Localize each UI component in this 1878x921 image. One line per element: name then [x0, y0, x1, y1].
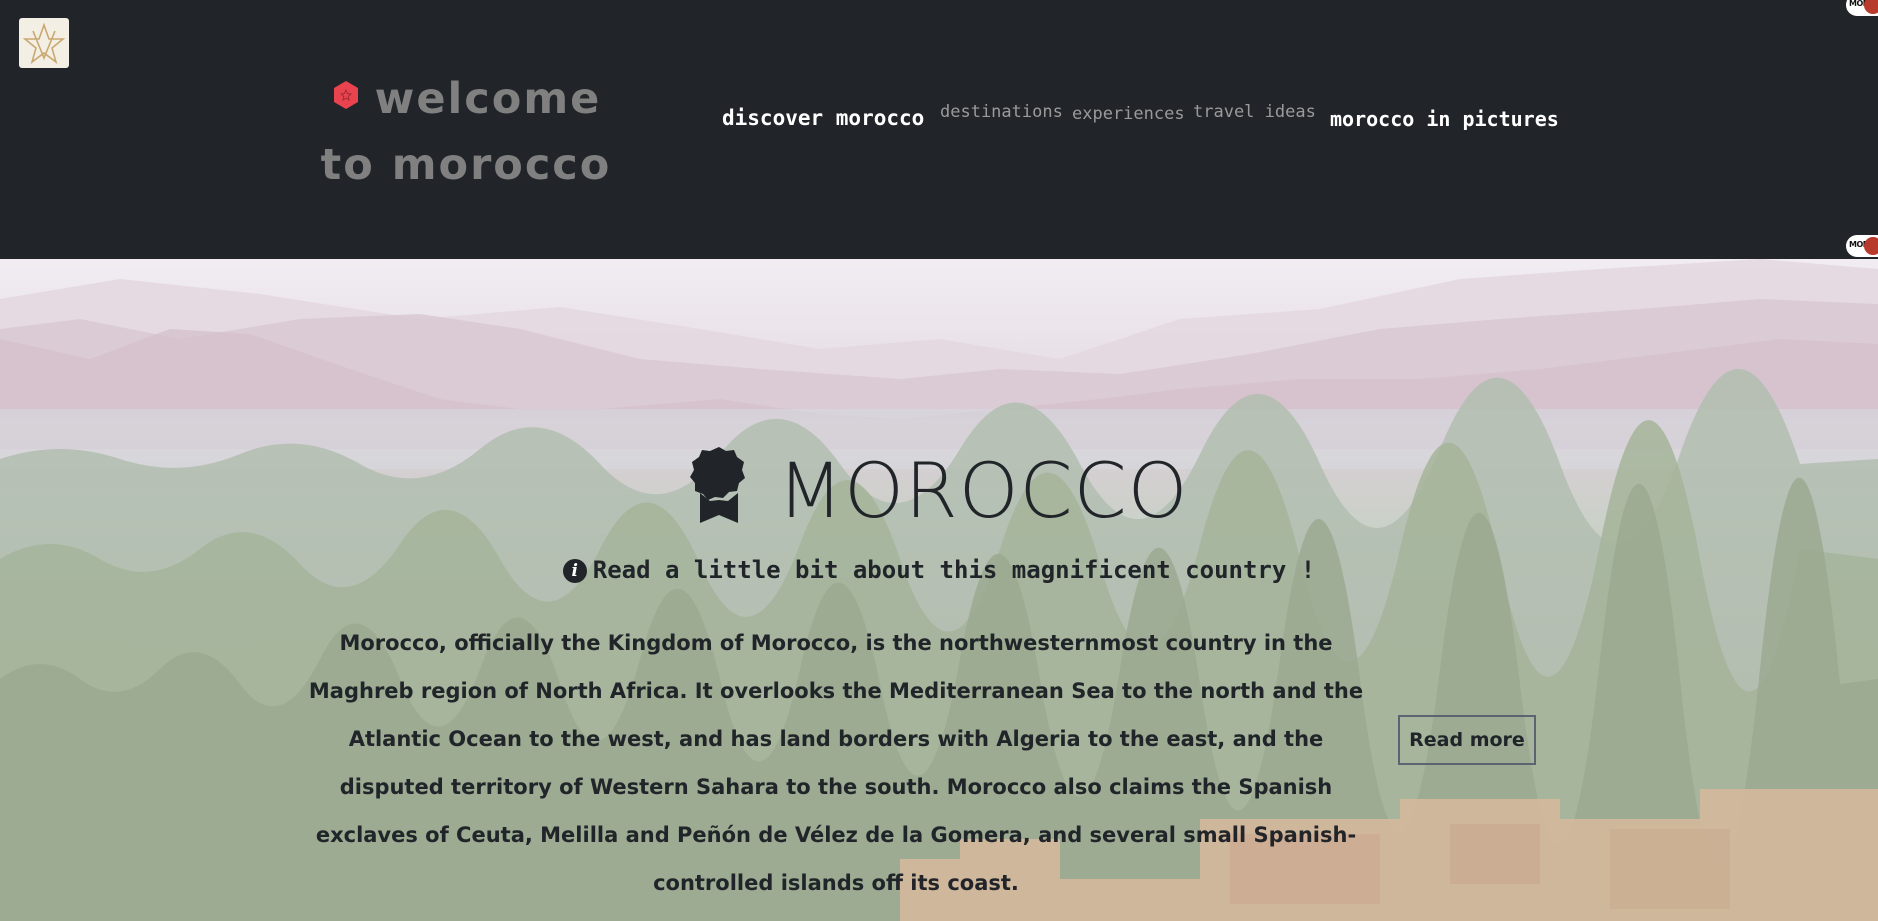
site-header: MOR MOR welcome to morocco discover moro…: [0, 0, 1878, 259]
corner-badge-bottom: MOR: [1846, 235, 1878, 257]
nav-experiences[interactable]: experiences: [1072, 104, 1185, 124]
red-star-dot-icon: [331, 80, 361, 110]
nav-discover-morocco[interactable]: discover morocco: [722, 106, 924, 130]
hero-section: MOROCCO i Read a little bit about this ma…: [0, 259, 1878, 921]
info-circle-icon: i: [562, 559, 587, 583]
read-more-button[interactable]: Read more: [1398, 715, 1536, 765]
corner-badge-top: MOR: [1846, 0, 1878, 16]
corner-badge-dot: [1864, 237, 1878, 255]
nav-travel-ideas[interactable]: travel ideas: [1193, 102, 1316, 122]
hero-subtitle-text: Read a little bit about this magnificent…: [592, 556, 1316, 584]
hero-title-text: MOROCCO: [777, 446, 1189, 535]
hero-description: Morocco, officially the Kingdom of Moroc…: [308, 631, 1364, 895]
hero-title: MOROCCO: [0, 445, 1878, 536]
nav-morocco-in-pictures[interactable]: morocco in pictures: [1330, 107, 1559, 131]
award-icon: [689, 445, 748, 525]
brand-title[interactable]: welcome to morocco: [296, 66, 636, 198]
hero-subtitle: i Read a little bit about this magnificen…: [0, 555, 1878, 585]
nav-destinations[interactable]: destinations: [940, 102, 1063, 122]
corner-badge-dot: [1864, 0, 1878, 14]
brand-title-text: welcome to morocco: [320, 74, 612, 190]
pentagram-logo-icon[interactable]: [19, 18, 69, 68]
